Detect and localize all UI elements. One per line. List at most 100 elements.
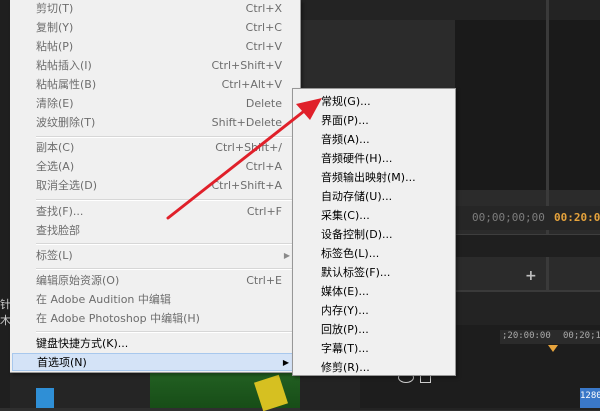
menu-item-shortcut: Ctrl+Shift+V xyxy=(211,59,282,72)
menu-separator xyxy=(36,331,296,333)
menu-item-keyboard-shortcuts[interactable]: 键盘快捷方式(K)... xyxy=(12,335,298,353)
submenu-item-label-defaults[interactable]: 默认标签(F)... xyxy=(295,264,451,282)
submenu-item-label: 音频(A)... xyxy=(321,133,370,146)
submenu-item-label: 音频硬件(H)... xyxy=(321,152,393,165)
submenu-item-auto-save[interactable]: 自动存储(U)... xyxy=(295,188,451,206)
edit-menu: 剪切(T) Ctrl+X 复制(Y) Ctrl+C 粘帖(P) Ctrl+V 粘… xyxy=(10,0,301,373)
submenu-item-audio[interactable]: 音频(A)... xyxy=(295,131,451,149)
menu-item-edit-in-audition[interactable]: 在 Adobe Audition 中编辑 xyxy=(12,291,298,309)
submenu-item-interface[interactable]: 界面(P)... xyxy=(295,112,451,130)
submenu-item-label: 媒体(E)... xyxy=(321,285,370,298)
menu-item-deselect-all[interactable]: 取消全选(D) Ctrl+Shift+A xyxy=(12,177,298,195)
submenu-item-titler[interactable]: 字幕(T)... xyxy=(295,340,451,358)
menu-item-shortcut: Ctrl+V xyxy=(245,40,282,53)
menu-item-shortcut: Ctrl+C xyxy=(245,21,282,34)
source-timecode[interactable]: 00;00;00;00 xyxy=(472,211,545,224)
submenu-item-label: 自动存储(U)... xyxy=(321,190,393,203)
menu-item-label: 编辑原始资源(O) xyxy=(36,274,120,287)
submenu-item-label: 音频输出映射(M)... xyxy=(321,171,416,184)
menu-item-edit-in-photoshop[interactable]: 在 Adobe Photoshop 中编辑(H) xyxy=(12,310,298,328)
submenu-item-audio-hardware[interactable]: 音频硬件(H)... xyxy=(295,150,451,168)
left-edge-strip xyxy=(0,0,10,408)
menu-item-label: 波纹删除(T) xyxy=(36,116,96,129)
menu-item-label: 标签(L) xyxy=(36,249,73,262)
submenu-item-general[interactable]: 常规(G)... xyxy=(295,93,451,111)
menu-item-label: 查找脸部 xyxy=(36,224,80,237)
submenu-item-label: 默认标签(F)... xyxy=(321,266,391,279)
menu-item-shortcut: Ctrl+X xyxy=(245,2,282,15)
submenu-item-label: 界面(P)... xyxy=(321,114,369,127)
menu-separator xyxy=(36,199,296,201)
program-timecode[interactable]: 00:20:05 xyxy=(554,211,600,224)
menu-separator xyxy=(36,136,296,138)
menu-item-find[interactable]: 查找(F)... Ctrl+F xyxy=(12,203,298,221)
monitor-panel-header xyxy=(300,0,600,20)
submenu-item-memory[interactable]: 内存(Y)... xyxy=(295,302,451,320)
menu-item-edit-original[interactable]: 编辑原始资源(O) Ctrl+E xyxy=(12,272,298,290)
add-button[interactable]: + xyxy=(525,268,537,284)
menu-item-label: 清除(E) xyxy=(36,97,74,110)
submenu-item-media[interactable]: 媒体(E)... xyxy=(295,283,451,301)
menu-item-label: 首选项(N) xyxy=(37,356,87,369)
program-monitor-viewport xyxy=(455,20,600,190)
menu-item-shortcut: Ctrl+F xyxy=(246,205,282,218)
menu-item-duplicate[interactable]: 副本(C) Ctrl+Shift+/ xyxy=(12,139,298,157)
menu-item-label: 取消全选(D) xyxy=(36,179,98,192)
menu-item-label: 查找(F)... xyxy=(36,205,84,218)
project-panel xyxy=(10,372,150,408)
menu-item-select-all[interactable]: 全选(A) Ctrl+A xyxy=(12,158,298,176)
ruler-label: 00;20;15; xyxy=(563,331,600,341)
submenu-item-label: 采集(C)... xyxy=(321,209,370,222)
submenu-item-label: 修剪(R)... xyxy=(321,361,370,374)
monitor-scrubber[interactable] xyxy=(455,234,600,257)
menu-item-label: 键盘快捷方式(K)... xyxy=(36,337,129,350)
menu-item-label: 副本(C) xyxy=(36,141,75,154)
menu-item-label: 粘帖插入(I) xyxy=(36,59,92,72)
submenu-item-label: 内存(Y)... xyxy=(321,304,369,317)
submenu-item-device-control[interactable]: 设备控制(D)... xyxy=(295,226,451,244)
submenu-item-label: 回放(P)... xyxy=(321,323,369,336)
menu-item-paste[interactable]: 粘帖(P) Ctrl+V xyxy=(12,38,298,56)
menu-item-label-submenu[interactable]: 标签(L) ▶ xyxy=(12,247,298,265)
clip-label: 1280 xyxy=(580,391,600,401)
menu-item-label: 剪切(T) xyxy=(36,2,74,15)
menu-separator xyxy=(36,243,296,245)
menu-item-find-faces[interactable]: 查找脸部 xyxy=(12,222,298,240)
menu-item-paste-attributes[interactable]: 粘帖属性(B) Ctrl+Alt+V xyxy=(12,76,298,94)
menu-separator xyxy=(36,268,296,270)
submenu-item-playback[interactable]: 回放(P)... xyxy=(295,321,451,339)
menu-item-shortcut: Ctrl+Alt+V xyxy=(221,78,282,91)
project-item-icon[interactable] xyxy=(36,388,54,408)
menu-item-shortcut: Shift+Delete xyxy=(211,116,282,129)
menu-item-preferences[interactable]: 首选项(N) ▶ xyxy=(12,353,298,371)
submenu-item-trim[interactable]: 修剪(R)... xyxy=(295,359,451,377)
menu-item-label: 粘帖属性(B) xyxy=(36,78,97,91)
playhead-icon[interactable] xyxy=(548,345,558,352)
menu-item-label: 全选(A) xyxy=(36,160,75,173)
submenu-arrow-icon: ▶ xyxy=(282,358,289,367)
menu-item-shortcut: Ctrl+A xyxy=(245,160,282,173)
submenu-item-capture[interactable]: 采集(C)... xyxy=(295,207,451,225)
menu-item-shortcut: Ctrl+E xyxy=(246,274,282,287)
submenu-item-label: 设备控制(D)... xyxy=(321,228,393,241)
menu-item-clear[interactable]: 清除(E) Delete xyxy=(12,95,298,113)
menu-item-shortcut: Ctrl+Shift+/ xyxy=(215,141,282,154)
menu-item-label: 粘帖(P) xyxy=(36,40,74,53)
preferences-submenu: 常规(G)... 界面(P)... 音频(A)... 音频硬件(H)... 音频… xyxy=(292,88,456,376)
submenu-arrow-icon: ▶ xyxy=(283,251,290,260)
submenu-item-label-colors[interactable]: 标签色(L)... xyxy=(295,245,451,263)
menu-item-paste-insert[interactable]: 粘帖插入(I) Ctrl+Shift+V xyxy=(12,57,298,75)
menu-item-label: 复制(Y) xyxy=(36,21,74,34)
menu-item-copy[interactable]: 复制(Y) Ctrl+C xyxy=(12,19,298,37)
menu-item-shortcut: Delete xyxy=(245,97,282,110)
menu-item-cut[interactable]: 剪切(T) Ctrl+X xyxy=(12,0,298,18)
submenu-item-label: 标签色(L)... xyxy=(321,247,380,260)
menu-item-label: 在 Adobe Audition 中编辑 xyxy=(36,293,171,306)
menu-item-label: 在 Adobe Photoshop 中编辑(H) xyxy=(36,312,200,325)
menu-item-shortcut: Ctrl+Shift+A xyxy=(211,179,282,192)
submenu-item-label: 字幕(T)... xyxy=(321,342,369,355)
submenu-item-label: 常规(G)... xyxy=(321,95,371,108)
ruler-label: ;20:00:00 xyxy=(502,331,551,341)
submenu-item-audio-output-mapping[interactable]: 音频输出映射(M)... xyxy=(295,169,451,187)
menu-item-ripple-delete[interactable]: 波纹删除(T) Shift+Delete xyxy=(12,114,298,132)
